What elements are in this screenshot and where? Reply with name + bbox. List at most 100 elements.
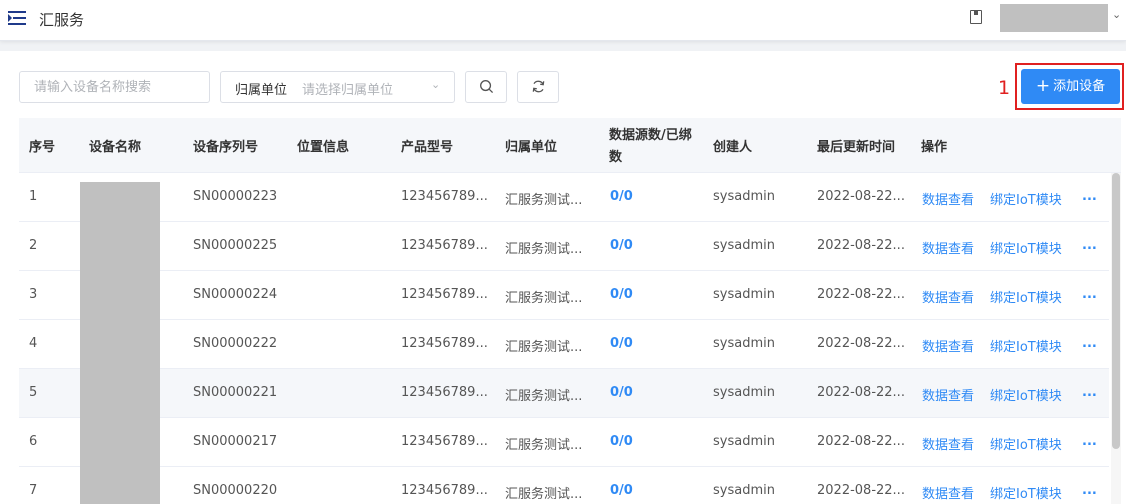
- cell-model: 123456789...: [401, 483, 488, 498]
- more-actions-icon[interactable]: ...: [1082, 434, 1097, 449]
- view-data-link[interactable]: 数据查看: [922, 434, 974, 453]
- chevron-down-icon: ⌄: [431, 78, 441, 91]
- col-device-name: 设备名称: [89, 140, 142, 155]
- cell-index: 2: [29, 238, 38, 253]
- cell-datasource-count[interactable]: 0/0: [610, 287, 633, 302]
- cell-unit: 汇服务测试...: [505, 438, 583, 453]
- bind-iot-link[interactable]: 绑定IoT模块: [990, 483, 1062, 502]
- cell-updated: 2022-08-22...: [817, 287, 905, 302]
- menu-fold-icon[interactable]: [8, 11, 26, 25]
- col-index: 序号: [29, 140, 56, 155]
- bind-iot-link[interactable]: 绑定IoT模块: [990, 238, 1062, 257]
- cell-unit: 汇服务测试...: [505, 340, 583, 355]
- view-data-link[interactable]: 数据查看: [922, 483, 974, 502]
- table-scrollbar-thumb[interactable]: [1112, 173, 1120, 449]
- col-actions: 操作: [921, 140, 948, 155]
- table-header: 序号 设备名称 设备序列号 位置信息 产品型号 归属单位 数据源数/已绑数 创建…: [19, 118, 1121, 173]
- cell-creator: sysadmin: [713, 483, 775, 498]
- col-updated: 最后更新时间: [817, 140, 896, 155]
- cell-index: 5: [29, 385, 38, 400]
- search-button[interactable]: [465, 71, 507, 103]
- plus-icon: +: [1035, 76, 1051, 96]
- table-row[interactable]: 1 SN00000223 123456789... 汇服务测试... 0/0 s…: [19, 173, 1109, 222]
- table-row[interactable]: 3 SN00000224 123456789... 汇服务测试... 0/0 s…: [19, 271, 1109, 320]
- cell-model: 123456789...: [401, 385, 488, 400]
- cell-creator: sysadmin: [713, 434, 775, 449]
- view-data-link[interactable]: 数据查看: [922, 336, 974, 355]
- more-actions-icon[interactable]: ...: [1082, 385, 1097, 400]
- cell-index: 3: [29, 287, 38, 302]
- document-icon[interactable]: [970, 10, 982, 24]
- cell-updated: 2022-08-22...: [817, 483, 905, 498]
- annotation-number: 1: [998, 77, 1011, 99]
- cell-datasource-count[interactable]: 0/0: [610, 336, 633, 351]
- view-data-link[interactable]: 数据查看: [922, 238, 974, 257]
- cell-unit: 汇服务测试...: [505, 487, 583, 502]
- unit-filter-label: 归属单位: [235, 83, 288, 98]
- cell-creator: sysadmin: [713, 385, 775, 400]
- table-row[interactable]: 6 SN00000217 123456789... 汇服务测试... 0/0 s…: [19, 418, 1109, 467]
- table-row[interactable]: 7 SN00000220 123456789... 汇服务测试... 0/0 s…: [19, 467, 1109, 504]
- cell-serial: SN00000220: [193, 483, 278, 498]
- cell-datasource-count[interactable]: 0/0: [610, 483, 633, 498]
- view-data-link[interactable]: 数据查看: [922, 287, 974, 306]
- cell-updated: 2022-08-22...: [817, 434, 905, 449]
- col-serial: 设备序列号: [193, 140, 259, 155]
- cell-creator: sysadmin: [713, 189, 775, 204]
- cell-serial: SN00000224: [193, 287, 278, 302]
- cell-index: 6: [29, 434, 38, 449]
- cell-index: 4: [29, 336, 38, 351]
- app-title: 汇服务: [39, 11, 85, 29]
- cell-unit: 汇服务测试...: [505, 242, 583, 257]
- table-row[interactable]: 4 SN00000222 123456789... 汇服务测试... 0/0 s…: [19, 320, 1109, 369]
- col-datasource-count: 数据源数/已绑数: [609, 128, 692, 165]
- user-avatar-redacted[interactable]: [1000, 4, 1108, 32]
- cell-serial: SN00000222: [193, 336, 278, 351]
- col-unit: 归属单位: [505, 140, 558, 155]
- unit-filter-placeholder: 请选择归属单位: [302, 83, 394, 98]
- add-device-button[interactable]: + 添加设备: [1021, 69, 1120, 104]
- cell-updated: 2022-08-22...: [817, 336, 905, 351]
- cell-index: 7: [29, 483, 38, 498]
- cell-serial: SN00000221: [193, 385, 278, 400]
- cell-model: 123456789...: [401, 189, 488, 204]
- cell-model: 123456789...: [401, 287, 488, 302]
- cell-model: 123456789...: [401, 336, 488, 351]
- bind-iot-link[interactable]: 绑定IoT模块: [990, 287, 1062, 306]
- col-creator: 创建人: [713, 140, 753, 155]
- refresh-icon: [532, 80, 544, 93]
- cell-model: 123456789...: [401, 434, 488, 449]
- cell-updated: 2022-08-22...: [817, 189, 905, 204]
- more-actions-icon[interactable]: ...: [1082, 483, 1097, 498]
- table-row-hovered[interactable]: 5 SN00000221 123456789... 汇服务测试... 0/0 s…: [19, 369, 1109, 418]
- cell-index: 1: [29, 189, 38, 204]
- view-data-link[interactable]: 数据查看: [922, 189, 974, 208]
- cell-datasource-count[interactable]: 0/0: [610, 189, 633, 204]
- bind-iot-link[interactable]: 绑定IoT模块: [990, 434, 1062, 453]
- table-row[interactable]: 2 SN00000225 123456789... 汇服务测试... 0/0 s…: [19, 222, 1109, 271]
- bind-iot-link[interactable]: 绑定IoT模块: [990, 336, 1062, 355]
- cell-updated: 2022-08-22...: [817, 385, 905, 400]
- more-actions-icon[interactable]: ...: [1082, 189, 1097, 204]
- cell-model: 123456789...: [401, 238, 488, 253]
- cell-creator: sysadmin: [713, 238, 775, 253]
- cell-datasource-count[interactable]: 0/0: [610, 385, 633, 400]
- view-data-link[interactable]: 数据查看: [922, 385, 974, 404]
- cell-serial: SN00000225: [193, 238, 278, 253]
- bind-iot-link[interactable]: 绑定IoT模块: [990, 189, 1062, 208]
- cell-updated: 2022-08-22...: [817, 238, 905, 253]
- cell-unit: 汇服务测试...: [505, 389, 583, 404]
- cell-datasource-count[interactable]: 0/0: [610, 238, 633, 253]
- more-actions-icon[interactable]: ...: [1082, 238, 1097, 253]
- cell-unit: 汇服务测试...: [505, 193, 583, 208]
- bind-iot-link[interactable]: 绑定IoT模块: [990, 385, 1062, 404]
- device-search-input[interactable]: [19, 71, 210, 103]
- top-bar: 汇服务 ⌄: [0, 0, 1126, 41]
- more-actions-icon[interactable]: ...: [1082, 336, 1097, 351]
- cell-datasource-count[interactable]: 0/0: [610, 434, 633, 449]
- device-list-panel: 归属单位 请选择归属单位 ⌄ 1 +添加设备 序号 设备名称 设备序列号 位置信…: [0, 51, 1126, 504]
- more-actions-icon[interactable]: ...: [1082, 287, 1097, 302]
- unit-filter-select[interactable]: 归属单位 请选择归属单位 ⌄: [220, 71, 455, 103]
- refresh-button[interactable]: [517, 71, 559, 103]
- chevron-down-icon[interactable]: ⌄: [1112, 8, 1121, 21]
